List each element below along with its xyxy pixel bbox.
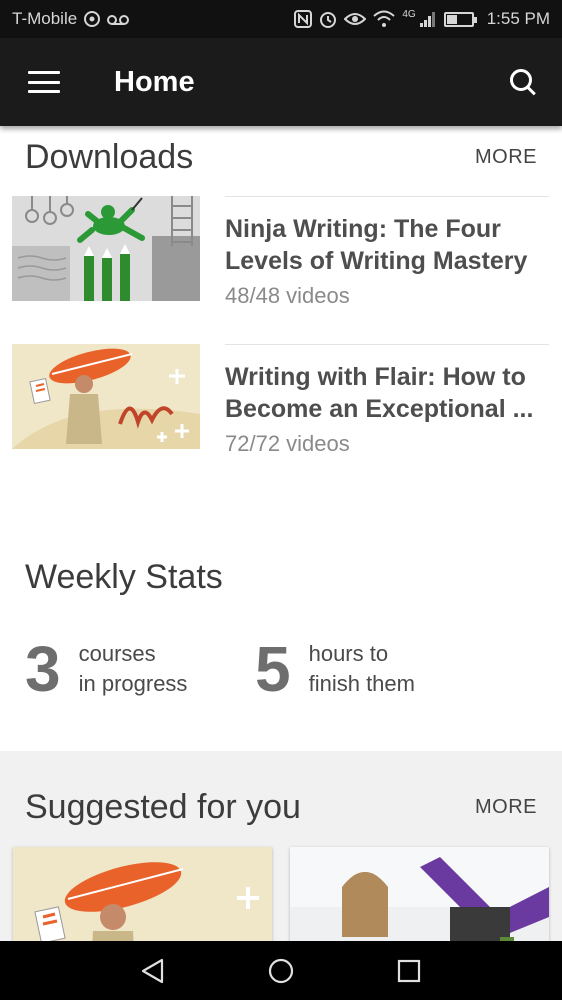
home-feed[interactable]: Downloads MORE Ninja Writing: The Four L… [0,126,562,941]
course-title-line-2: Become an Exceptional ... [225,395,534,423]
battery-icon [443,11,477,27]
suggested-course-card[interactable] [13,847,272,941]
weekly-stats-title: Weekly Stats [25,558,223,596]
weekly-stats-section: Weekly Stats 3 courses in progress 5 hou… [0,492,562,751]
course-title-line-1: Writing with Flair: How to [225,363,526,391]
course-info: Ninja Writing: The Four Levels of Writin… [225,196,549,309]
alarm-icon [320,12,337,28]
network-type-label: 4G [402,8,416,20]
stat-courses-in-progress: 3 courses in progress [25,629,255,709]
page-title: Home [114,65,195,98]
home-icon[interactable] [267,957,295,985]
back-icon[interactable] [140,958,166,984]
writing-flair-thumbnail [13,847,272,941]
stat-label-line-2: finish them [308,671,415,696]
nfc-icon [294,10,313,28]
stat-value: 5 [255,633,291,705]
stat-value: 3 [25,633,61,705]
suggested-more-button[interactable]: MORE [475,796,537,819]
stat-hours-to-finish: 5 hours to finish them [255,629,485,709]
wifi-icon [373,10,396,27]
voicemail-icon [107,15,130,25]
app-bar: Home [0,38,562,126]
stat-label-line-1: courses [78,641,156,666]
status-bar: T-Mobile 4G 1:55 PM [0,0,562,38]
course-title-line-2: Levels of Writing Mastery [225,247,528,275]
carrier-label: T-Mobile [12,9,78,28]
hamburger-menu-icon[interactable] [28,71,60,93]
suggested-course-card[interactable] [290,847,549,941]
course-info: Writing with Flair: How to Become an Exc… [225,344,549,457]
suggested-title: Suggested for you [25,787,301,826]
course-video-count: 48/48 videos [225,283,350,308]
stat-label-line-1: hours to [308,641,389,666]
course-title-line-1: Ninja Writing: The Four [225,215,501,243]
clock-label: 1:55 PM [486,9,550,28]
course-list-item[interactable]: Ninja Writing: The Four Levels of Writin… [0,196,562,344]
office-worker-thumbnail [290,847,549,941]
recents-icon[interactable] [396,958,422,984]
search-icon[interactable] [508,67,538,97]
eye-comfort-icon [344,13,367,25]
system-nav-bar [0,941,562,1000]
downloads-title: Downloads [25,137,194,176]
downloads-section: Downloads MORE Ninja Writing: The Four L… [0,126,562,751]
stat-label-line-2: in progress [78,671,188,696]
ninja-writing-thumbnail[interactable] [12,196,200,301]
course-video-count: 72/72 videos [225,431,350,456]
signal-icon [419,12,435,27]
course-list-item[interactable]: Writing with Flair: How to Become an Exc… [0,344,562,492]
writing-flair-thumbnail[interactable] [12,344,200,449]
hotspot-icon [84,11,101,27]
downloads-more-button[interactable]: MORE [475,146,537,169]
suggested-section: Suggested for you MORE [0,751,562,941]
